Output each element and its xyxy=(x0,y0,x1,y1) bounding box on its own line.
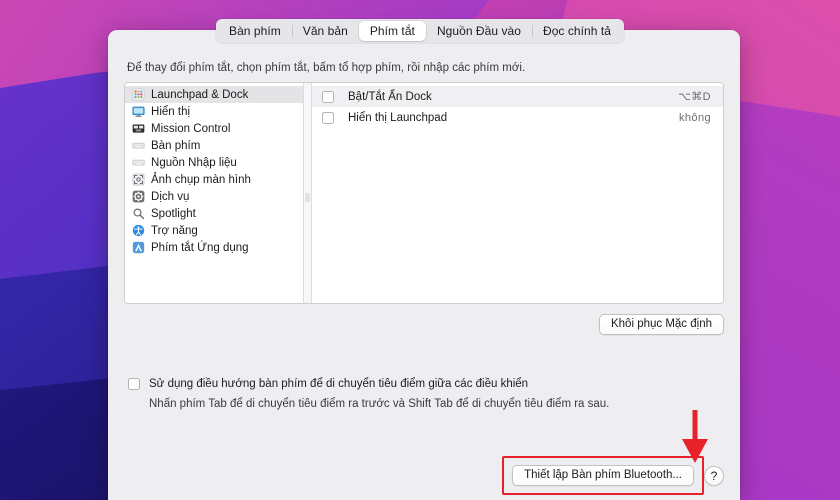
keyboard-options-block: Sử dụng điều hướng bàn phím để di chuyển… xyxy=(124,377,724,411)
launchpad-grid-icon xyxy=(132,88,145,101)
category-label: Dịch vụ xyxy=(151,190,190,203)
restore-defaults-button[interactable]: Khôi phục Mặc định xyxy=(598,314,724,335)
category-row[interactable]: Phím tắt Ứng dụng xyxy=(125,239,303,256)
keyboard-navigation-checkbox[interactable] xyxy=(128,378,140,390)
category-label: Spotlight xyxy=(151,207,196,220)
category-row[interactable]: Ảnh chụp màn hình xyxy=(125,171,303,188)
input-source-icon xyxy=(132,159,145,166)
keyboard-icon xyxy=(132,142,145,149)
category-label: Phím tắt Ứng dụng xyxy=(151,241,249,254)
keyboard-navigation-option[interactable]: Sử dụng điều hướng bàn phím để di chuyển… xyxy=(128,377,724,391)
help-button[interactable]: ? xyxy=(704,465,724,486)
category-row[interactable]: Mission Control xyxy=(125,120,303,137)
mission-control-icon xyxy=(132,124,145,133)
shortcut-list[interactable]: Bật/Tắt Ẩn Dock ⌥⌘D Hiển thị Launchpad khôn… xyxy=(312,83,723,303)
keyboard-navigation-description: Nhấn phím Tab để di chuyển tiêu điểm ra … xyxy=(149,398,610,410)
tab-nguon-dau-vao[interactable]: Nguồn Đầu vào xyxy=(426,21,532,41)
shortcut-checkbox[interactable] xyxy=(322,111,334,124)
category-list[interactable]: Launchpad & Dock Hiển thị Mission Control B… xyxy=(125,83,303,303)
shortcut-checkbox[interactable] xyxy=(322,90,334,103)
bluetooth-button-wrapper: Thiết lập Bàn phím Bluetooth... xyxy=(502,456,704,495)
category-row[interactable]: Bàn phím xyxy=(125,137,303,154)
shortcut-key-combo: ⌥⌘D xyxy=(678,91,711,103)
tab-group[interactable]: Bàn phím Văn bản Phím tắt Nguồn Đầu vào Đọc … xyxy=(216,19,624,43)
services-gear-icon xyxy=(132,190,145,203)
category-label: Mission Control xyxy=(151,122,231,135)
category-label: Launchpad & Dock xyxy=(151,88,249,101)
shortcut-row[interactable]: Hiển thị Launchpad không xyxy=(312,107,723,128)
category-row[interactable]: Launchpad & Dock xyxy=(125,86,303,103)
category-row[interactable]: Hiển thị xyxy=(125,103,303,120)
category-label: Bàn phím xyxy=(151,139,201,152)
keyboard-navigation-label: Sử dụng điều hướng bàn phím để di chuyển… xyxy=(149,378,529,390)
shortcut-row[interactable]: Bật/Tắt Ẩn Dock ⌥⌘D xyxy=(312,86,723,107)
app-shortcuts-icon xyxy=(132,241,145,254)
shortcut-key-combo: không xyxy=(679,111,711,124)
category-row[interactable]: Nguồn Nhập liệu xyxy=(125,154,303,171)
restore-defaults-row: Khôi phục Mặc định xyxy=(124,314,724,335)
display-monitor-icon xyxy=(132,106,145,117)
bluetooth-keyboard-button[interactable]: Thiết lập Bàn phím Bluetooth... xyxy=(512,465,694,486)
category-label: Nguồn Nhập liệu xyxy=(151,156,237,169)
window-footer: Thiết lập Bàn phím Bluetooth... ? xyxy=(502,456,724,495)
keyboard-preferences-window: Để thay đổi phím tắt, chọn phím tắt, bấm… xyxy=(108,30,740,500)
instruction-text: Để thay đổi phím tắt, chọn phím tắt, bấm… xyxy=(127,62,526,74)
tab-phim-tat[interactable]: Phím tắt xyxy=(358,21,426,41)
category-label: Ảnh chụp màn hình xyxy=(151,173,251,186)
tab-ban-phim[interactable]: Bàn phím xyxy=(218,21,292,41)
shortcut-name: Hiển thị Launchpad xyxy=(348,111,448,124)
shortcut-panel: Launchpad & Dock Hiển thị Mission Control B… xyxy=(124,82,724,304)
tab-doc-chinh-ta[interactable]: Đọc chính tả xyxy=(531,21,622,41)
screenshot-frame-icon xyxy=(132,173,145,186)
category-row[interactable]: Spotlight xyxy=(125,205,303,222)
category-row[interactable]: Dịch vụ xyxy=(125,188,303,205)
spotlight-search-icon xyxy=(133,208,145,220)
tab-van-ban[interactable]: Văn bản xyxy=(291,21,359,41)
category-row[interactable]: Trợ năng xyxy=(125,222,303,239)
category-label: Hiển thị xyxy=(151,105,191,118)
shortcut-name: Bật/Tắt Ẩn Dock xyxy=(348,90,432,103)
category-label: Trợ năng xyxy=(151,224,198,237)
window-content: Để thay đổi phím tắt, chọn phím tắt, bấm… xyxy=(108,52,740,500)
panel-divider-handle[interactable] xyxy=(303,83,312,303)
preference-tab-bar: Bàn phím Văn bản Phím tắt Nguồn Đầu vào Đọc … xyxy=(0,18,840,44)
accessibility-icon xyxy=(132,224,145,237)
